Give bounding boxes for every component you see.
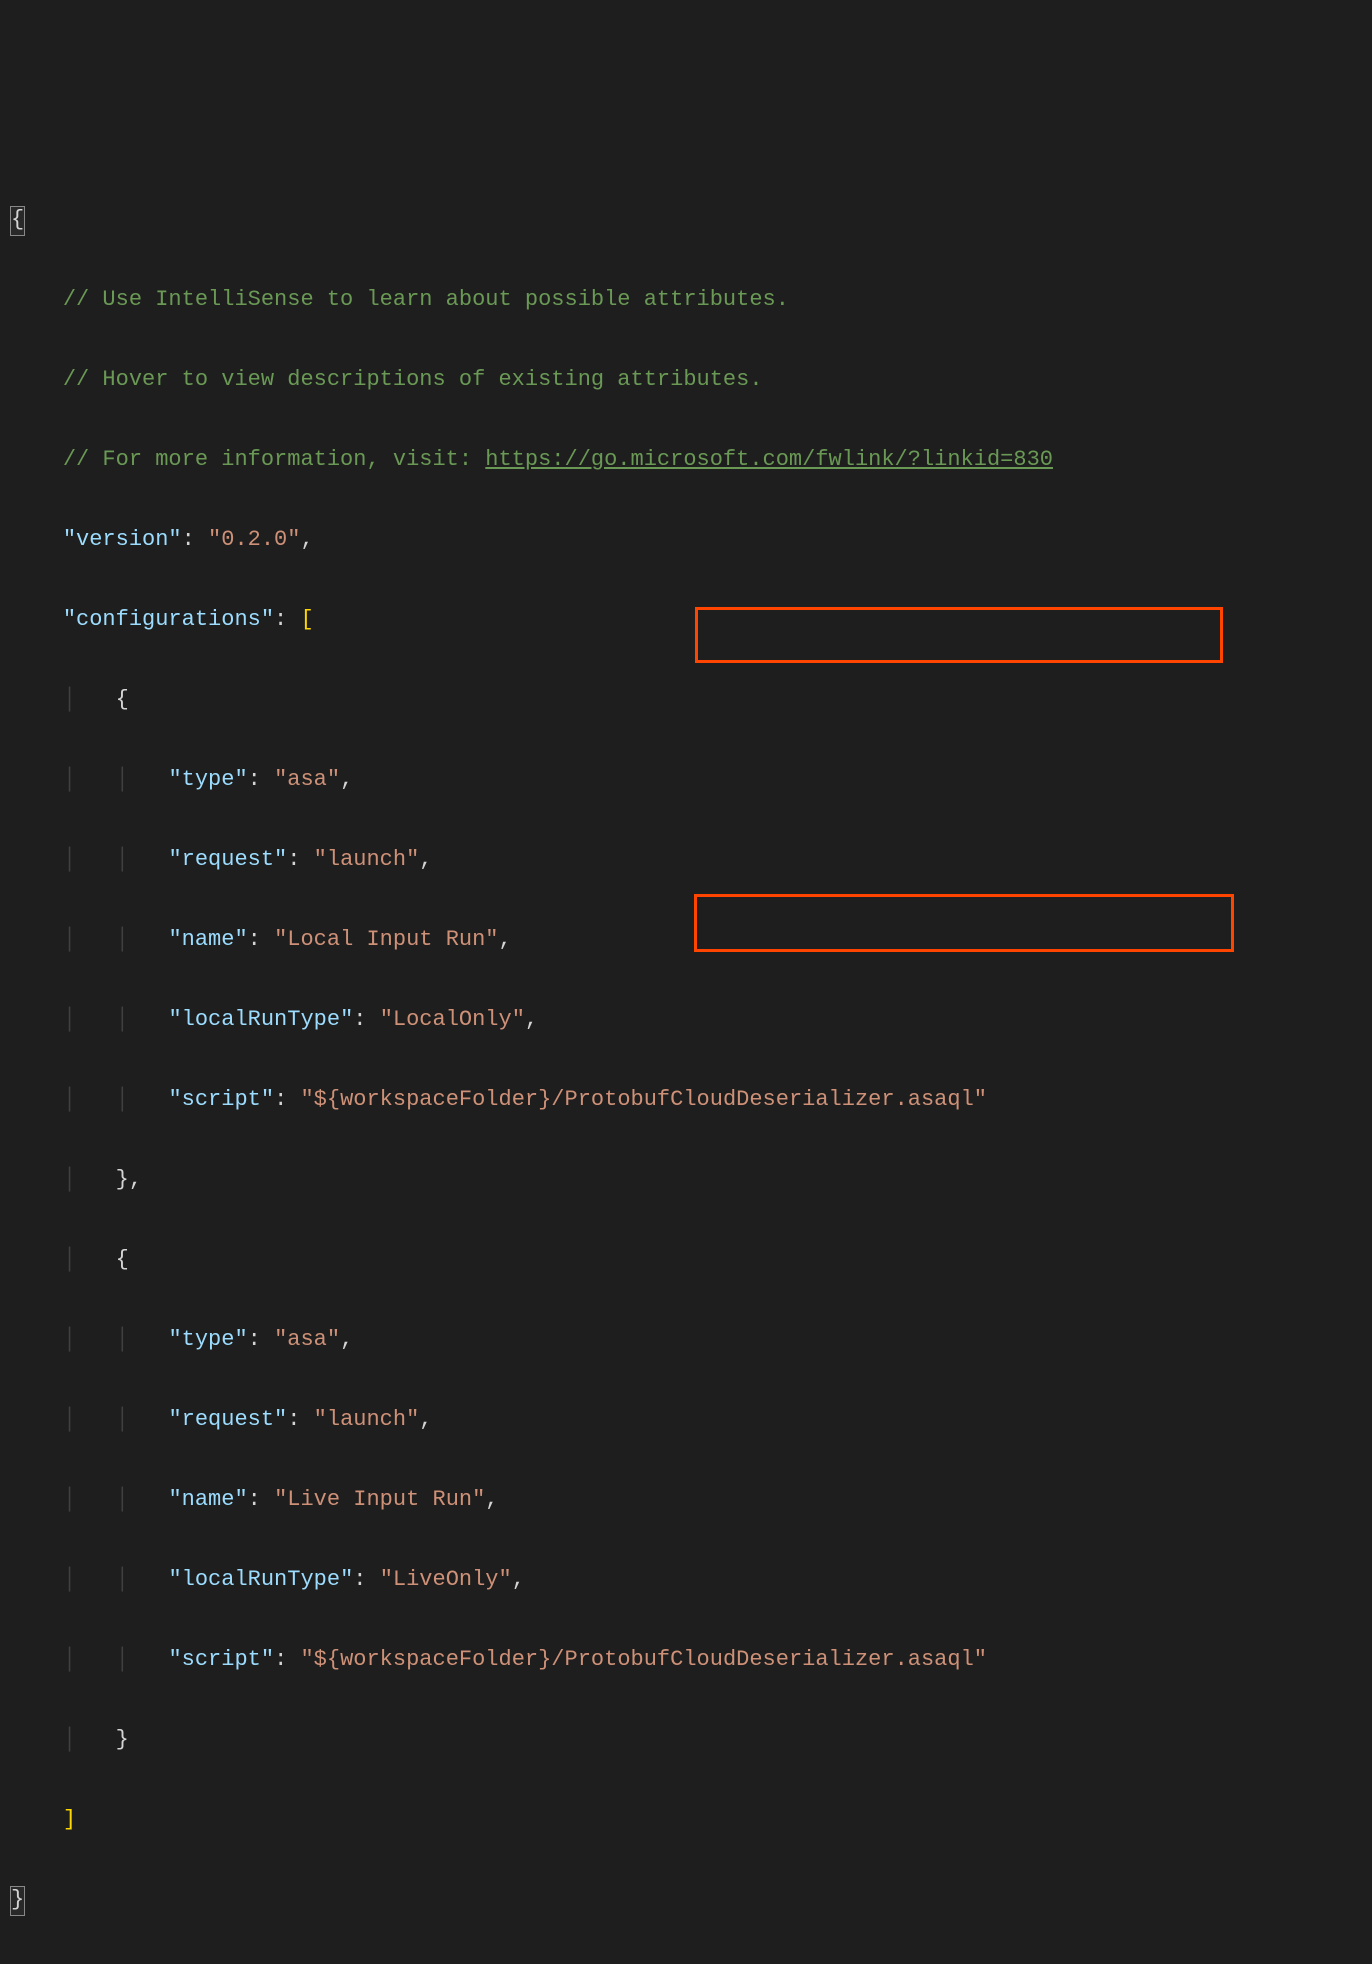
code-line[interactable]: │ │ "request": "launch", [0,840,1372,880]
code-line[interactable]: │ { [0,1240,1372,1280]
code-line[interactable]: // For more information, visit: https://… [0,440,1372,480]
code-line[interactable]: │ │ "type": "asa", [0,760,1372,800]
json-value: "LiveOnly" [380,1567,512,1592]
code-line[interactable]: "version": "0.2.0", [0,520,1372,560]
code-line[interactable]: { [0,200,1372,240]
json-key: "version" [63,527,182,552]
json-value: "LocalOnly" [380,1007,525,1032]
code-editor[interactable]: { // Use IntelliSense to learn about pos… [0,160,1372,1964]
json-key: "configurations" [63,607,274,632]
code-line[interactable]: │ }, [0,1160,1372,1200]
json-value: "launch" [314,1407,420,1432]
json-key: "type" [168,767,247,792]
json-value: "asa" [274,767,340,792]
code-line[interactable]: │ │ "script": "${workspaceFolder}/Protob… [0,1640,1372,1680]
doc-link[interactable]: https://go.microsoft.com/fwlink/?linkid=… [485,447,1053,472]
json-value: "launch" [314,847,420,872]
json-key: "localRunType" [168,1007,353,1032]
code-line[interactable]: │ │ "name": "Local Input Run", [0,920,1372,960]
json-key: "request" [168,847,287,872]
json-value: "asa" [274,1327,340,1352]
comment: // For more information, visit: https://… [63,447,1053,472]
code-line[interactable]: "configurations": [ [0,600,1372,640]
json-value: "${workspaceFolder}/ProtobufCloudDeseria… [300,1647,987,1672]
brace-close: } [116,1727,129,1752]
code-line[interactable]: │ │ "type": "asa", [0,1320,1372,1360]
code-line[interactable]: │ │ "localRunType": "LiveOnly", [0,1560,1372,1600]
bracket-open: [ [300,607,313,632]
code-line[interactable]: │ │ "request": "launch", [0,1400,1372,1440]
comment: // Hover to view descriptions of existin… [63,367,763,392]
brace-open: { [116,687,129,712]
json-value: "0.2.0" [208,527,300,552]
brace-close: } [10,1886,25,1916]
json-key: "request" [168,1407,287,1432]
bracket-close: ] [63,1807,76,1832]
json-key: "script" [168,1087,274,1112]
json-value: "${workspaceFolder}/ProtobufCloudDeseria… [300,1087,987,1112]
code-line[interactable]: │ │ "script": "${workspaceFolder}/Protob… [0,1080,1372,1120]
code-line[interactable]: // Use IntelliSense to learn about possi… [0,280,1372,320]
json-key: "type" [168,1327,247,1352]
json-key: "script" [168,1647,274,1672]
code-line[interactable]: // Hover to view descriptions of existin… [0,360,1372,400]
code-line[interactable]: ] [0,1800,1372,1840]
json-key: "name" [168,1487,247,1512]
code-line[interactable]: │ │ "localRunType": "LocalOnly", [0,1000,1372,1040]
json-key: "localRunType" [168,1567,353,1592]
code-line[interactable]: } [0,1880,1372,1920]
code-line[interactable]: │ │ "name": "Live Input Run", [0,1480,1372,1520]
json-value: "Live Input Run" [274,1487,485,1512]
code-line[interactable]: │ { [0,680,1372,720]
code-line[interactable]: │ } [0,1720,1372,1760]
json-key: "name" [168,927,247,952]
brace-close: }, [116,1167,142,1192]
brace-open: { [116,1247,129,1272]
brace-open: { [10,206,25,236]
comment: // Use IntelliSense to learn about possi… [63,287,789,312]
json-value: "Local Input Run" [274,927,498,952]
